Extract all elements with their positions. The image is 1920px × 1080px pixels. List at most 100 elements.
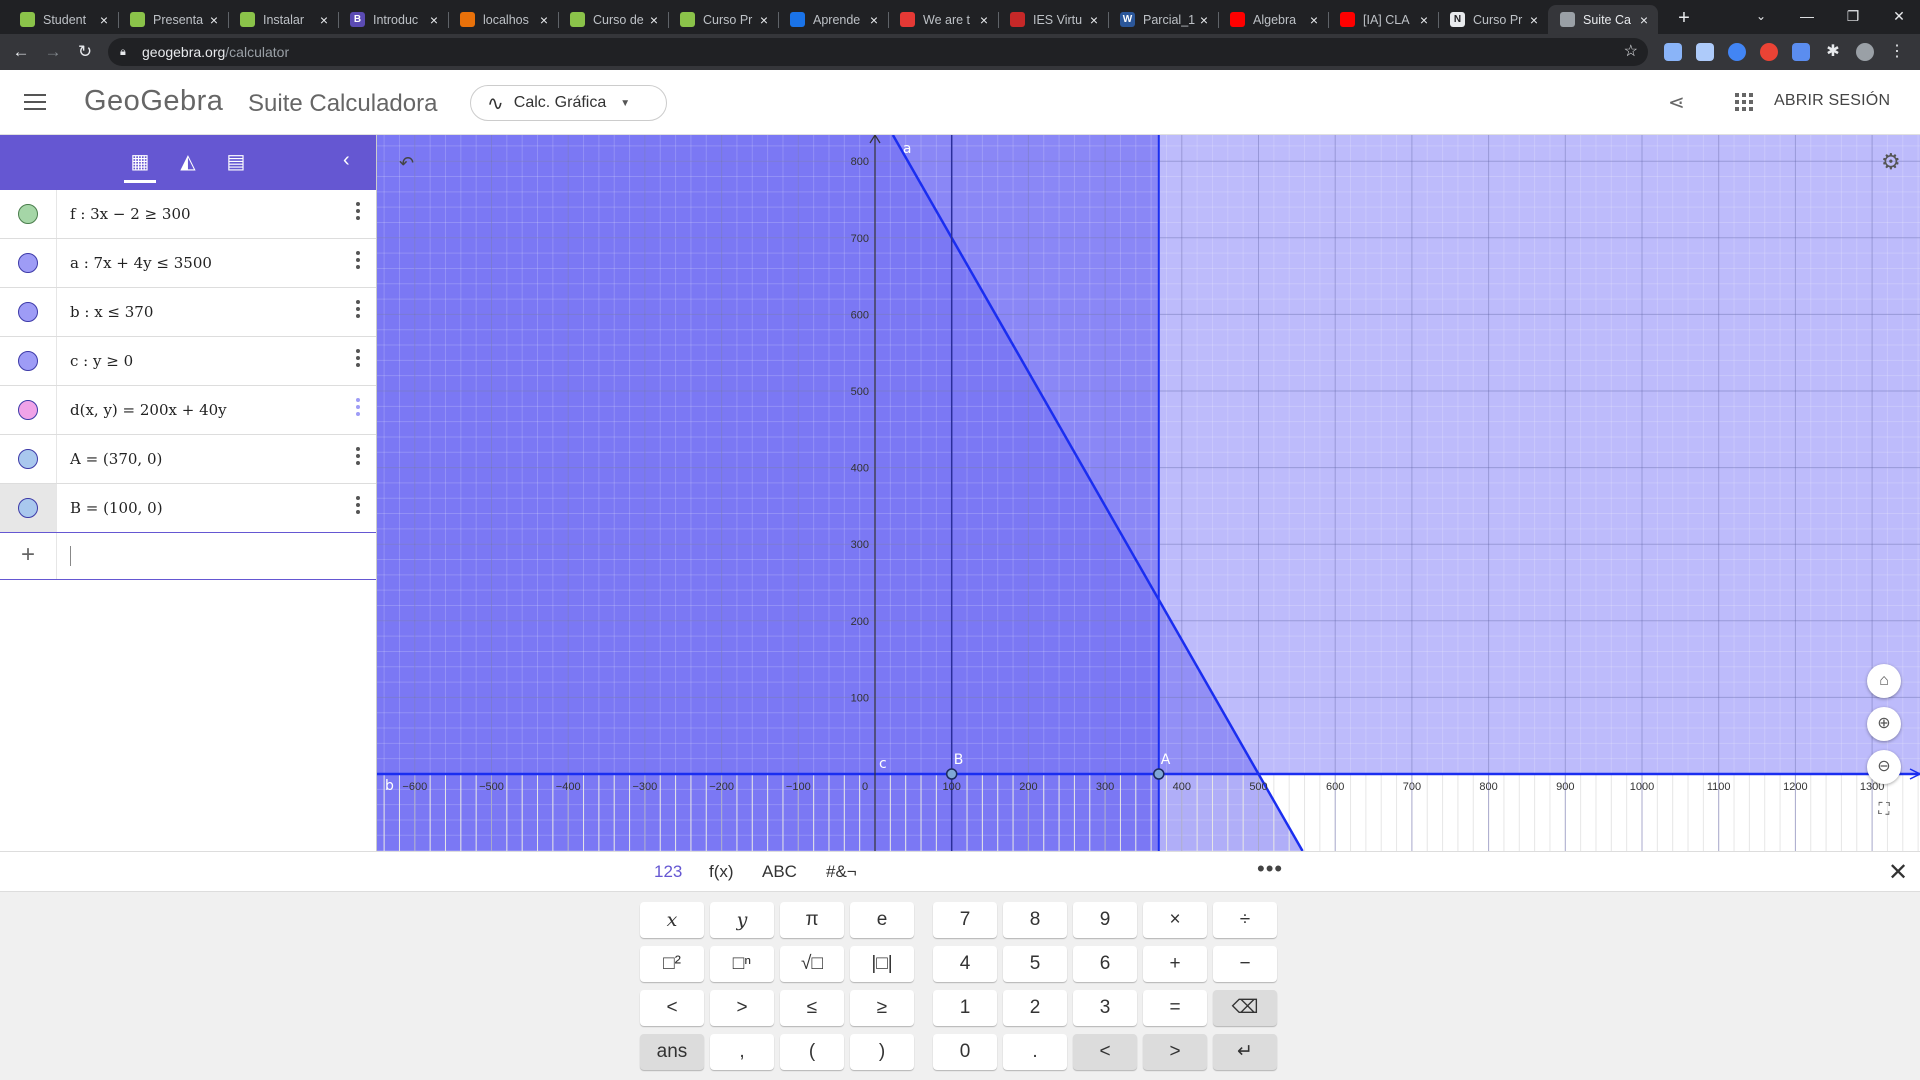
extension-doc-icon[interactable]	[1696, 43, 1714, 61]
keyboard-key[interactable]: >	[710, 990, 774, 1026]
extension-shield-icon[interactable]	[1728, 43, 1746, 61]
apps-grid-icon[interactable]	[1735, 93, 1753, 111]
browser-tab[interactable]: Curso Pr ×	[668, 5, 778, 34]
tab-close-icon[interactable]: ×	[426, 12, 442, 28]
tab-close-icon[interactable]: ×	[1526, 12, 1542, 28]
cursor-right-key[interactable]: >	[1143, 1034, 1207, 1070]
tab-close-icon[interactable]: ×	[1306, 12, 1322, 28]
keyboard-key[interactable]: π	[780, 902, 844, 938]
graph-canvas[interactable]: −600 −500 −400 −300 −200 −100 0 100 200 300 400 500…	[377, 135, 1920, 851]
keyboard-key[interactable]: ≥	[850, 990, 914, 1026]
keyboard-key[interactable]: .	[1003, 1034, 1067, 1070]
kb-tab-symbols[interactable]: #&¬	[826, 862, 857, 882]
more-vert-icon[interactable]	[356, 251, 360, 269]
more-vert-icon[interactable]	[356, 202, 360, 220]
keyboard-key[interactable]: )	[850, 1034, 914, 1070]
algebra-expression[interactable]: d(x, y) = 200x + 40y	[70, 401, 227, 419]
keyboard-key[interactable]: ,	[710, 1034, 774, 1070]
tab-close-icon[interactable]: ×	[316, 12, 332, 28]
color-dot[interactable]	[18, 449, 38, 469]
keyboard-key[interactable]: 6	[1073, 946, 1137, 982]
browser-tab[interactable]: We are t ×	[888, 5, 998, 34]
point-B[interactable]	[945, 768, 958, 780]
more-options-icon[interactable]: •••	[1257, 856, 1283, 882]
algebra-expression[interactable]: A = (370, 0)	[70, 450, 162, 468]
color-dot[interactable]	[18, 253, 38, 273]
browser-tab[interactable]: Instalar ×	[228, 5, 338, 34]
browser-tab[interactable]: W Parcial_1 ×	[1108, 5, 1218, 34]
tab-close-icon[interactable]: ×	[96, 12, 112, 28]
algebra-row[interactable]: c : y ≥ 0	[0, 337, 376, 386]
keyboard-key[interactable]: (	[780, 1034, 844, 1070]
tab-close-icon[interactable]: ×	[976, 12, 992, 28]
extension-cloud-icon[interactable]	[1664, 43, 1682, 61]
graphics-view[interactable]: −600 −500 −400 −300 −200 −100 0 100 200 300 400 500…	[377, 135, 1920, 851]
algebra-expression[interactable]: a : 7x + 4y ≤ 3500	[70, 254, 212, 272]
keyboard-key[interactable]: 2	[1003, 990, 1067, 1026]
keyboard-key[interactable]: |□|	[850, 946, 914, 982]
cursor-left-key[interactable]: <	[1073, 1034, 1137, 1070]
keyboard-key[interactable]: 3	[1073, 990, 1137, 1026]
minimize-button[interactable]: —	[1784, 0, 1830, 34]
keyboard-key[interactable]: ×	[1143, 902, 1207, 938]
browser-tab[interactable]: Algebra ×	[1218, 5, 1328, 34]
browser-tab[interactable]: Curso de ×	[558, 5, 668, 34]
more-vert-icon[interactable]	[356, 447, 360, 465]
visibility-toggle[interactable]	[0, 337, 57, 385]
browser-tab[interactable]: localhos ×	[448, 5, 558, 34]
tab-search-icon[interactable]: ⌄	[1738, 0, 1784, 34]
keyboard-key[interactable]: 5	[1003, 946, 1067, 982]
algebra-row[interactable]: B = (100, 0)	[0, 484, 376, 533]
keyboard-key[interactable]: −	[1213, 946, 1277, 982]
visibility-toggle[interactable]	[0, 435, 57, 483]
tab-close-icon[interactable]: ×	[1086, 12, 1102, 28]
algebra-row[interactable]: A = (370, 0)	[0, 435, 376, 484]
algebra-input-row[interactable]: +	[0, 532, 376, 580]
reload-icon[interactable]: ↻	[72, 40, 98, 66]
keyboard-key[interactable]: 7	[933, 902, 997, 938]
color-dot[interactable]	[18, 204, 38, 224]
keyboard-key[interactable]: =	[1143, 990, 1207, 1026]
zoom-out-icon[interactable]: ⊖	[1867, 750, 1901, 784]
browser-menu-icon[interactable]: ⋮	[1888, 43, 1906, 61]
new-tab-button[interactable]: +	[1670, 5, 1698, 33]
browser-tab[interactable]: Suite Ca ×	[1548, 5, 1658, 34]
keyboard-key[interactable]: ans	[640, 1034, 704, 1070]
tab-close-icon[interactable]: ×	[1196, 12, 1212, 28]
url-input[interactable]: 🔒︎ geogebra.org/calculator ☆	[108, 38, 1648, 66]
tab-close-icon[interactable]: ×	[1636, 12, 1652, 28]
enter-key[interactable]: ↵	[1213, 1034, 1277, 1070]
algebra-row[interactable]: d(x, y) = 200x + 40y	[0, 386, 376, 435]
sign-in-button[interactable]: ABRIR SESIÓN	[1774, 92, 1890, 110]
keyboard-key[interactable]: <	[640, 990, 704, 1026]
keyboard-key[interactable]: y	[710, 902, 774, 938]
tab-close-icon[interactable]: ×	[756, 12, 772, 28]
more-vert-icon[interactable]	[356, 398, 360, 416]
keyboard-key[interactable]: +	[1143, 946, 1207, 982]
color-dot[interactable]	[18, 302, 38, 322]
color-dot[interactable]	[18, 400, 38, 420]
tab-close-icon[interactable]: ×	[1416, 12, 1432, 28]
profile-avatar[interactable]	[1856, 43, 1874, 61]
forward-icon[interactable]: →	[40, 40, 66, 66]
hamburger-menu-icon[interactable]	[22, 90, 48, 112]
geogebra-logo[interactable]: GeoGebra	[84, 85, 223, 118]
keyboard-key[interactable]: ÷	[1213, 902, 1277, 938]
restore-button[interactable]: ❐	[1830, 0, 1876, 34]
algebra-expression[interactable]: b : x ≤ 370	[70, 303, 153, 321]
visibility-toggle[interactable]	[0, 190, 57, 238]
color-dot[interactable]	[18, 351, 38, 371]
fullscreen-icon[interactable]: ⛶	[1867, 793, 1901, 827]
color-dot[interactable]	[18, 498, 38, 518]
visibility-toggle[interactable]	[0, 386, 57, 434]
more-vert-icon[interactable]	[356, 349, 360, 367]
app-picker-dropdown[interactable]: ∿ Calc. Gráfica ▼	[470, 85, 667, 121]
browser-tab[interactable]: IES Virtu ×	[998, 5, 1108, 34]
browser-tab[interactable]: Presenta ×	[118, 5, 228, 34]
kb-tab-numbers[interactable]: 123	[654, 862, 682, 882]
share-icon[interactable]: ⋖	[1668, 90, 1685, 115]
undo-icon[interactable]: ↶	[399, 153, 414, 174]
table-icon[interactable]: ▤	[220, 147, 252, 177]
visibility-toggle[interactable]	[0, 239, 57, 287]
tab-close-icon[interactable]: ×	[536, 12, 552, 28]
